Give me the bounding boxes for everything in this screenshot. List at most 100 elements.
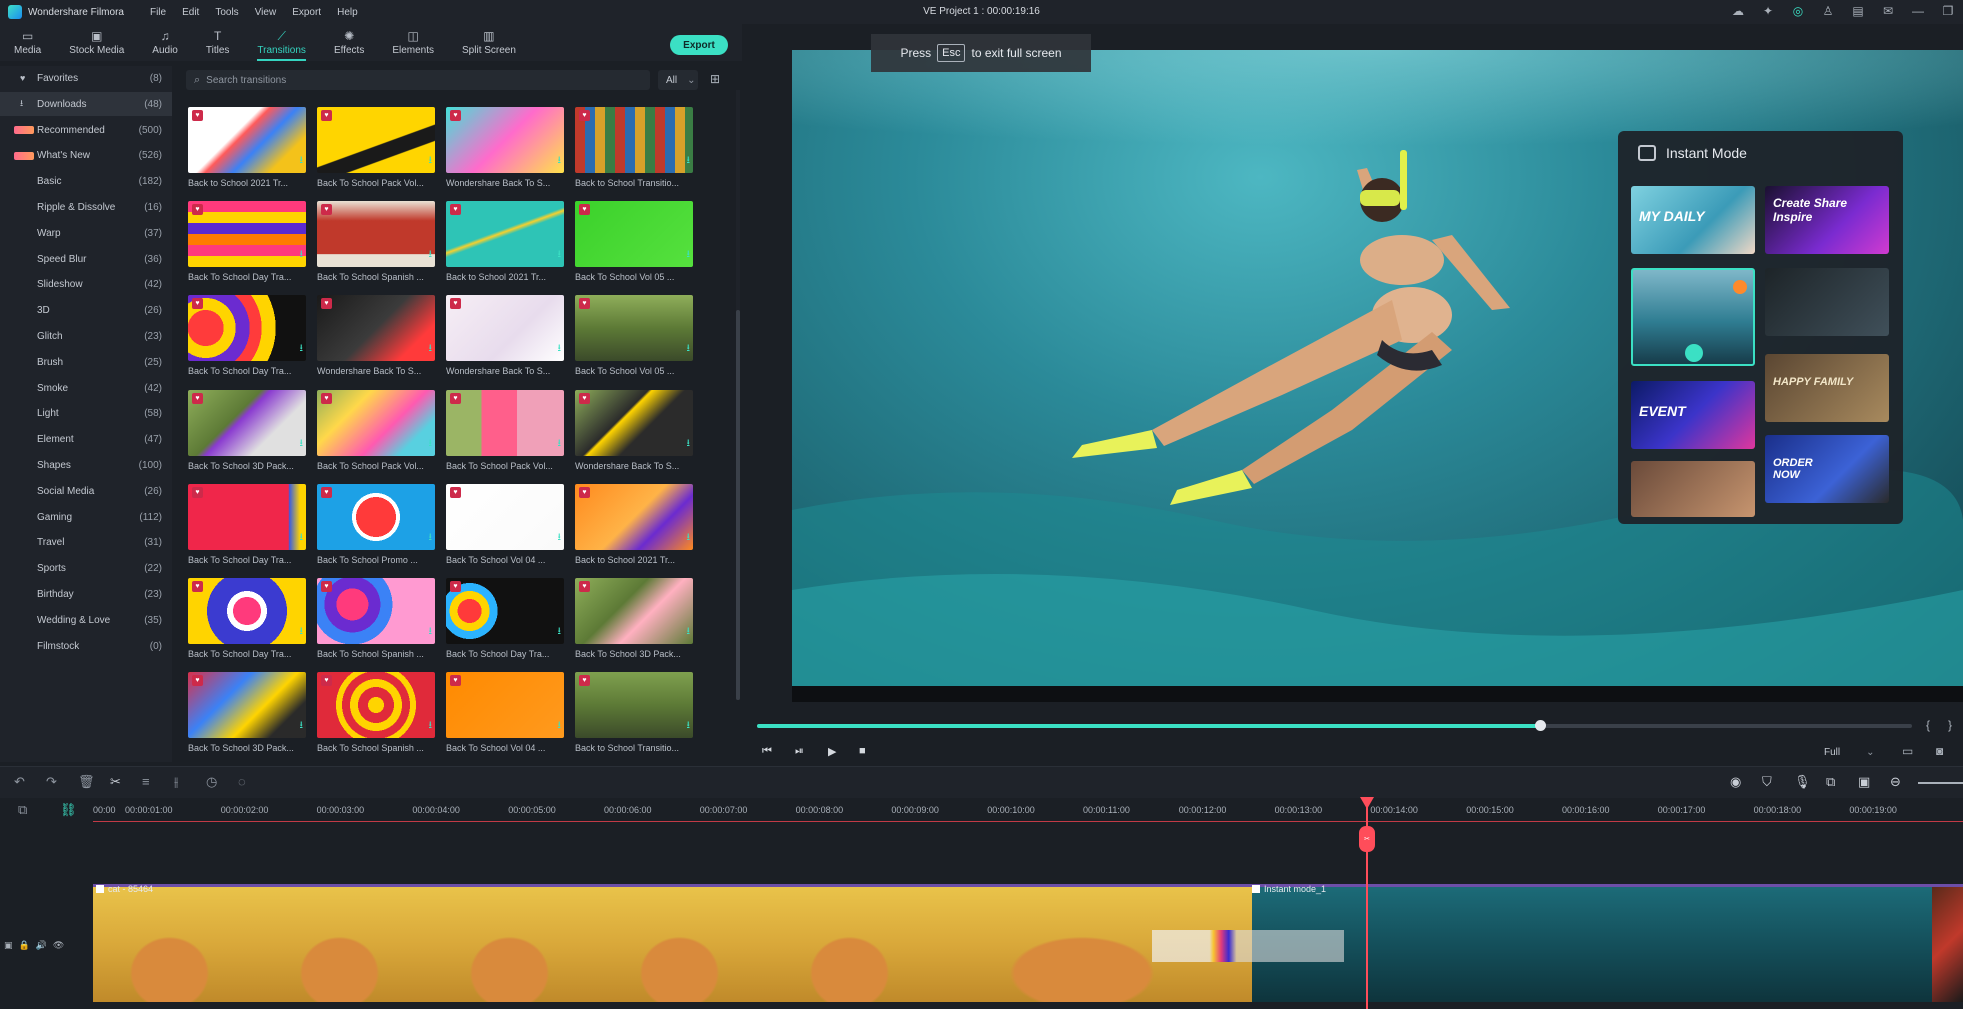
mail-icon[interactable]: ✉ (1881, 4, 1895, 18)
menu-edit[interactable]: Edit (182, 7, 199, 18)
zoom-slider[interactable] (1918, 782, 1963, 784)
template-card[interactable]: ORDER NOW (1765, 435, 1889, 503)
tab-elements[interactable]: ◫ Elements (392, 24, 434, 61)
transition-card[interactable]: ♥ ⭳ Back To School Day Tra... (446, 578, 564, 668)
category-item[interactable]: Travel (31) (0, 531, 172, 555)
export-button[interactable]: Export (670, 35, 728, 55)
bracket-right-icon[interactable]: } (1948, 718, 1952, 732)
quality-dropdown[interactable]: Full ⌄ (1822, 744, 1884, 760)
category-item[interactable]: Element (47) (0, 428, 172, 452)
transition-card[interactable]: ♥ ⭳ Back to School 2021 Tr... (575, 483, 693, 574)
snapshot-icon[interactable]: ◙ (1936, 744, 1943, 758)
cut-icon[interactable]: ✂ (110, 774, 121, 790)
template-card[interactable]: HAPPY FAMILY (1765, 354, 1889, 422)
transition-card[interactable]: ♥ ⭳ Back To School Pack Vol... (317, 389, 435, 480)
seek-handle[interactable] (1535, 720, 1547, 731)
category-item[interactable]: Brush (25) (0, 350, 172, 374)
category-item[interactable]: Light (58) (0, 402, 172, 426)
search-input[interactable]: ⌕ Search transitions (186, 70, 650, 90)
category-item[interactable]: 3D (26) (0, 299, 172, 323)
tab-titles[interactable]: T Titles (206, 24, 230, 61)
transition-card[interactable]: ♥ ⭳ Back To School Spanish ... (317, 201, 435, 291)
transition-card[interactable]: ♥ ⭳ Back To School Day Tra... (188, 295, 306, 385)
grid-view-icon[interactable]: ⊞ (710, 72, 720, 86)
transition-card[interactable]: ♥ ⭳ Back To School 3D Pack... (188, 389, 306, 480)
maximize-icon[interactable]: ❐ (1941, 4, 1955, 18)
grid-scrollbar-thumb[interactable] (736, 310, 740, 700)
tab-stock-media[interactable]: ▣ Stock Media (69, 24, 124, 61)
redo-icon[interactable]: ↷ (46, 774, 57, 790)
bracket-left-icon[interactable]: { (1926, 718, 1930, 732)
transition-card[interactable]: ♥ ⭳ Back To School Day Tra... (188, 578, 306, 668)
filter-dropdown[interactable]: All ⌄ (658, 70, 698, 90)
category-item[interactable]: Basic (182) (0, 170, 172, 194)
transition-card[interactable]: ♥ ⭳ Back to School Transitio... (575, 672, 693, 762)
cloud-icon[interactable]: ☁ (1731, 4, 1745, 18)
category-item[interactable]: Sports (22) (0, 557, 172, 581)
transition-card[interactable]: ♥ ⭳ Back To School Pack Vol... (317, 107, 435, 197)
prev-frame-icon[interactable]: ⏮ (762, 745, 772, 758)
category-item[interactable]: ♥ Favorites (8) (0, 66, 172, 90)
mixer-icon[interactable]: ⧉ (1826, 774, 1835, 790)
template-card[interactable]: Create Share Inspire (1765, 186, 1889, 254)
category-item[interactable]: Warp (37) (0, 221, 172, 245)
category-item[interactable]: Ripple & Dissolve (16) (0, 195, 172, 219)
transition-card[interactable]: ♥ ⭳ Wondershare Back To S... (446, 107, 564, 197)
speed-icon[interactable]: ◷ (206, 774, 217, 790)
tab-effects[interactable]: ✺ Effects (334, 24, 364, 61)
mic-icon[interactable]: 🎙 (1794, 774, 1811, 790)
transition-card[interactable]: ♥ ⭳ Wondershare Back To S... (446, 295, 564, 385)
transition-marker[interactable] (1152, 930, 1344, 962)
template-card[interactable] (1631, 461, 1755, 517)
transition-card[interactable]: ♥ ⭳ Wondershare Back To S... (317, 295, 435, 385)
category-item[interactable]: What's New (526) (0, 144, 172, 168)
play-back-icon[interactable]: ⏯ (795, 745, 804, 758)
menu-help[interactable]: Help (337, 7, 358, 18)
render-icon[interactable]: ◉ (1730, 774, 1741, 790)
marker-icon[interactable]: ⛉ (1762, 774, 1772, 790)
monitor-icon[interactable]: ▭ (1902, 744, 1913, 758)
transition-card[interactable]: ♥ ⭳ Back To School 3D Pack... (575, 578, 693, 668)
template-card[interactable]: MY DAILY (1631, 186, 1755, 254)
split-audio-icon[interactable]: ⫲ (174, 774, 178, 790)
undo-icon[interactable]: ↶ (14, 774, 25, 790)
playhead-scissors-icon[interactable]: ✂ (1359, 826, 1375, 852)
play-template-icon[interactable] (1685, 344, 1703, 362)
category-item[interactable]: Shapes (100) (0, 453, 172, 477)
adjust-icon[interactable]: ≡ (142, 774, 150, 789)
menu-file[interactable]: File (150, 7, 166, 18)
transition-card[interactable]: ♥ ⭳ Back To School Day Tra... (188, 483, 306, 574)
bulb-icon[interactable]: ✦ (1761, 4, 1775, 18)
headset-icon[interactable]: ◎ (1791, 4, 1805, 18)
stop-icon[interactable]: ■ (859, 745, 866, 757)
save-icon[interactable]: ▤ (1851, 4, 1865, 18)
stabilize-icon[interactable]: ◌ (238, 774, 246, 789)
play-icon[interactable]: ▶ (828, 745, 836, 758)
category-item[interactable]: Recommended (500) (0, 118, 172, 142)
category-item[interactable]: Filmstock (0) (0, 634, 172, 658)
user-icon[interactable]: ♙ (1821, 4, 1835, 18)
add-track-icon[interactable]: ⧉ (18, 802, 27, 818)
tab-media[interactable]: ▭ Media (14, 24, 41, 61)
transition-card[interactable]: ♥ ⭳ Back To School Vol 04 ... (446, 672, 564, 762)
transition-card[interactable]: ♥ ⭳ Back to School Transitio... (575, 107, 693, 197)
transition-card[interactable]: ♥ ⭳ Back To School Spanish ... (317, 672, 435, 762)
zoom-out-icon[interactable]: ⊖ (1890, 774, 1901, 790)
transition-card[interactable]: ♥ ⭳ Back To School Pack Vol... (446, 389, 564, 480)
tab-split-screen[interactable]: ▥ Split Screen (462, 24, 516, 61)
transition-card[interactable]: ♥ ⭳ Back To School 3D Pack... (188, 672, 306, 762)
transition-card[interactable]: ♥ ⭳ Back To School Promo ... (317, 483, 435, 574)
menu-tools[interactable]: Tools (215, 7, 238, 18)
transition-card[interactable]: ♥ ⭳ Back To School Vol 04 ... (446, 483, 564, 574)
category-item[interactable]: Social Media (26) (0, 479, 172, 503)
template-card[interactable] (1765, 268, 1889, 336)
category-item[interactable]: ⭳ Downloads (48) (0, 92, 172, 116)
category-item[interactable]: Smoke (42) (0, 376, 172, 400)
category-item[interactable]: Speed Blur (36) (0, 247, 172, 271)
transition-card[interactable]: ♥ ⭳ Back to School 2021 Tr... (188, 107, 306, 197)
tab-transitions[interactable]: ⟋ Transitions (257, 24, 306, 61)
transition-card[interactable]: ♥ ⭳ Back To School Spanish ... (317, 578, 435, 668)
pip-icon[interactable]: ▣ (1858, 774, 1870, 790)
category-item[interactable]: Slideshow (42) (0, 273, 172, 297)
snap-link-icon[interactable]: ⛓ (60, 802, 77, 818)
